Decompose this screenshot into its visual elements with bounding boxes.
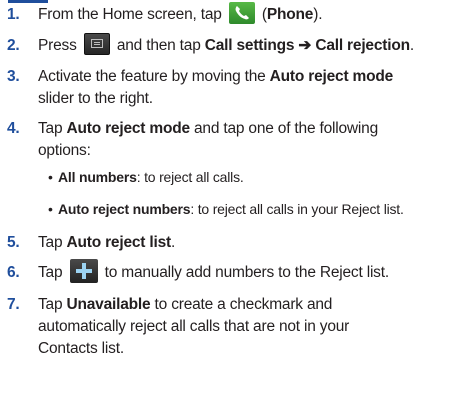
- call-rejection-label: Call rejection: [315, 37, 410, 54]
- step-text: From the Home screen, tap: [38, 6, 222, 23]
- step-number: 3.: [7, 68, 20, 85]
- step-number: 4.: [7, 120, 20, 137]
- bullet: •: [48, 201, 53, 217]
- auto-reject-mode-label: Auto reject mode: [66, 120, 191, 137]
- option-label: Auto reject numbers: [58, 201, 191, 217]
- phone-app-icon: [228, 2, 255, 25]
- step-number: 7.: [7, 296, 20, 313]
- menu-key-icon: [83, 33, 110, 56]
- unavailable-label: Unavailable: [66, 296, 151, 313]
- call-settings-label: Call settings: [204, 37, 295, 54]
- auto-reject-list-label: Auto reject list: [66, 234, 172, 251]
- heading-rule: [8, 0, 48, 3]
- option-label: All numbers: [58, 169, 137, 185]
- step-number: 2.: [7, 37, 20, 54]
- step-number: 6.: [7, 264, 20, 281]
- arrow-icon: ➔: [294, 37, 316, 54]
- bullet: •: [48, 169, 53, 185]
- step-number: 1.: [7, 6, 20, 23]
- phone-label: Phone: [266, 6, 314, 23]
- auto-reject-mode-label: Auto reject mode: [269, 68, 394, 85]
- add-plus-icon: [69, 259, 98, 284]
- step-number: 5.: [7, 234, 20, 251]
